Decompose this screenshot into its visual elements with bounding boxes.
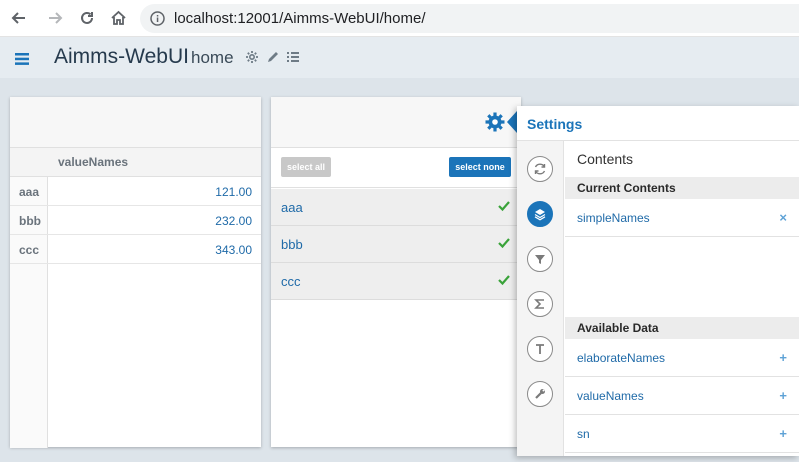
available-data-row[interactable]: sn + [565, 415, 799, 453]
checkmark-icon [497, 273, 511, 287]
list-icon[interactable] [286, 50, 302, 66]
row-label: aaa [19, 185, 40, 199]
current-contents-label: Current Contents [577, 181, 676, 195]
add-icon[interactable]: + [779, 388, 787, 403]
sigma-icon[interactable] [527, 291, 553, 317]
app-header: Aimms-WebUI home [0, 37, 799, 78]
list-item-label: bbb [281, 237, 303, 252]
list-item[interactable]: bbb [271, 226, 521, 263]
settings-panel: Settings Contents Current Contents simpl… [517, 106, 799, 456]
info-icon[interactable] [150, 11, 165, 31]
address-bar[interactable]: localhost:12001/Aimms-WebUI/home/ [140, 4, 799, 33]
row-label: bbb [19, 214, 41, 228]
cell-value[interactable]: 232.00 [215, 214, 252, 228]
remove-icon[interactable]: × [779, 210, 787, 225]
list-item-label: aaa [281, 200, 303, 215]
checkmark-icon [497, 199, 511, 213]
data-name: sn [577, 427, 590, 441]
selection-widget[interactable]: select all select none aaa bbb ccc [271, 97, 521, 447]
cell-value[interactable]: 343.00 [215, 243, 252, 257]
available-data-heading: Available Data [565, 317, 799, 339]
data-name: valueNames [577, 389, 644, 403]
add-icon[interactable]: + [779, 350, 787, 365]
available-data-label: Available Data [577, 321, 659, 335]
selection-buttons: select all select none [271, 148, 521, 188]
url-text: localhost:12001/Aimms-WebUI/home/ [174, 10, 426, 27]
arrow-left-icon[interactable] [8, 7, 30, 29]
current-content-row[interactable]: simpleNames × [565, 199, 799, 237]
content-name: simpleNames [577, 211, 650, 225]
text-icon[interactable] [527, 336, 553, 362]
refresh-icon[interactable] [527, 156, 553, 182]
table-widget[interactable]: valueNames aaa 121.00 bbb 232.00 ccc 343… [10, 97, 261, 448]
list-item-label: ccc [281, 274, 301, 289]
wrench-icon[interactable] [527, 381, 553, 407]
gear-icon[interactable] [245, 50, 261, 66]
current-contents-heading: Current Contents [565, 177, 799, 199]
layers-icon[interactable] [527, 201, 553, 227]
arrow-right-icon[interactable] [44, 7, 66, 29]
table-column-header: valueNames [10, 148, 261, 177]
home-icon[interactable] [107, 7, 129, 29]
table-row[interactable]: ccc 343.00 [10, 235, 261, 264]
widget-settings-gear-icon[interactable] [484, 111, 506, 133]
settings-tab-rail [517, 141, 564, 456]
reload-icon[interactable] [76, 7, 98, 29]
page-name[interactable]: home [191, 48, 234, 68]
select-none-button[interactable]: select none [449, 157, 511, 177]
settings-title: Settings [527, 116, 583, 132]
hamburger-icon[interactable] [15, 52, 29, 70]
list-item[interactable]: aaa [271, 189, 521, 226]
table-row[interactable]: bbb 232.00 [10, 206, 261, 235]
checkmark-icon [497, 236, 511, 250]
app-title: Aimms-WebUI [54, 45, 189, 68]
data-name: elaborateNames [577, 351, 666, 365]
cell-value[interactable]: 121.00 [215, 185, 252, 199]
select-all-button[interactable]: select all [281, 157, 331, 177]
pencil-icon[interactable] [266, 50, 282, 66]
available-data-row[interactable]: valueNames + [565, 377, 799, 415]
list-item[interactable]: ccc [271, 263, 521, 300]
row-label: ccc [19, 243, 40, 257]
add-icon[interactable]: + [779, 426, 787, 441]
table-row[interactable]: aaa 121.00 [10, 177, 261, 206]
available-data-row[interactable]: elaborateNames + [565, 339, 799, 377]
filter-icon[interactable] [527, 246, 553, 272]
column-header-label: valueNames [58, 155, 129, 169]
table-widget-header [10, 97, 261, 148]
browser-toolbar: localhost:12001/Aimms-WebUI/home/ [0, 0, 799, 37]
settings-pointer [507, 111, 517, 133]
contents-title: Contents [577, 151, 634, 167]
selection-widget-header [271, 97, 521, 148]
